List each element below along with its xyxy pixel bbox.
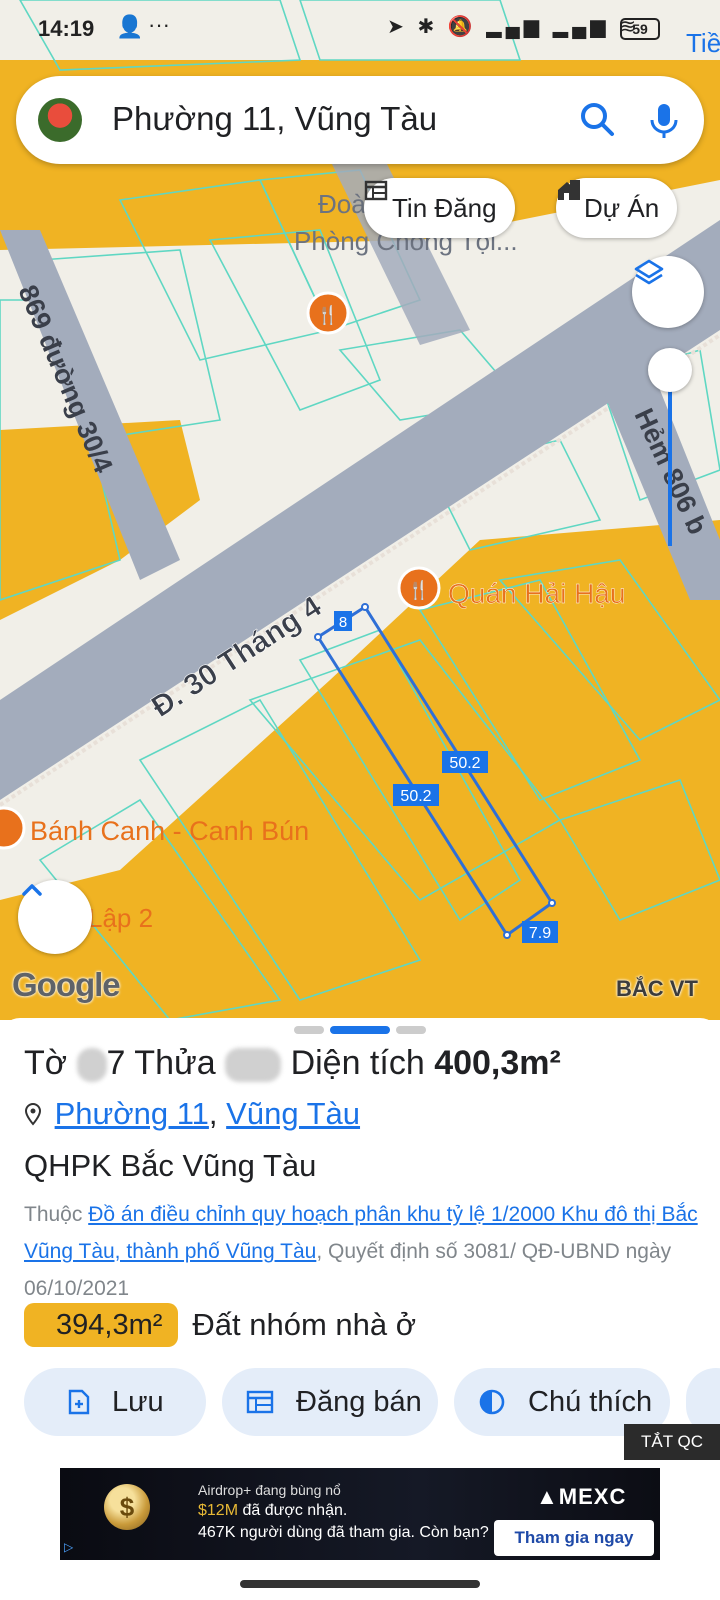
add-document-icon <box>68 1389 90 1415</box>
city-link[interactable]: Vũng Tàu <box>226 1096 360 1131</box>
status-icons: ➤ ✱ 🔕 ▂▄▆ ▂▄▆ ≋ <box>387 16 640 38</box>
redacted-sheet-number <box>76 1048 107 1083</box>
status-time: 14:19 <box>38 16 95 41</box>
poi-label-banh-canh[interactable]: Bánh Canh - Canh Bún <box>30 816 309 846</box>
adchoices-icon[interactable]: ▷ <box>64 1540 82 1558</box>
battery-icon: 59 <box>620 18 660 40</box>
mic-icon[interactable] <box>638 94 690 146</box>
area-value: 400,3m² <box>434 1044 561 1082</box>
ad-brand: MEXC <box>558 1484 627 1509</box>
region-tag: BẮC VT <box>616 976 698 1001</box>
save-button[interactable]: Lưu <box>24 1368 206 1436</box>
more-notifications-icon: ··· <box>148 12 170 37</box>
dollar-coin-icon: $ <box>104 1484 150 1530</box>
listing-grid-icon <box>246 1389 274 1415</box>
ad-line-1: Airdrop+ đang bùng nổ <box>198 1482 341 1498</box>
gesture-nav-bar[interactable] <box>240 1580 480 1588</box>
parcel-label: Thửa <box>134 1044 216 1082</box>
plan-name: QHPK Bắc Vũng Tàu <box>24 1148 317 1183</box>
person-icon: 👤 <box>116 14 144 39</box>
chip-projects[interactable]: Dự Án <box>556 178 678 238</box>
avatar[interactable] <box>38 98 82 142</box>
plan-desc-prefix: Thuộc <box>24 1203 83 1226</box>
parcel-right-dim: 50.2 <box>449 755 480 772</box>
redacted-parcel-number <box>225 1048 282 1083</box>
zone-row: 394,3m² Đất nhóm nhà ở <box>24 1303 416 1347</box>
svg-text:🍴: 🍴 <box>408 579 430 601</box>
slider-track[interactable] <box>668 376 672 546</box>
sheet-handle-active[interactable] <box>330 1026 390 1034</box>
chip-listings[interactable]: Tin Đăng <box>364 178 515 238</box>
legend-label: Chú thích <box>528 1385 653 1418</box>
post-sale-button[interactable]: Đăng bán <box>222 1368 438 1436</box>
poi-label-quan-hai-hau[interactable]: Quán Hải Hậu <box>448 578 626 609</box>
chip-listings-label: Tin Đăng <box>392 192 497 223</box>
parcel-left-dim: 50.2 <box>400 788 431 805</box>
contrast-icon <box>478 1388 506 1416</box>
search-icon[interactable] <box>572 94 624 146</box>
plan-description: Thuộc Đồ án điều chỉnh quy hoạch phân kh… <box>24 1196 714 1307</box>
poi-label-lap-2: Lập 2 <box>88 903 153 933</box>
ad-cta-button[interactable]: Tham gia ngay <box>494 1520 654 1556</box>
status-bar: 14:19 👤 ··· ➤ ✱ 🔕 ▂▄▆ ▂▄▆ ≋ 59 <box>0 0 720 60</box>
location-separator: , <box>208 1096 218 1131</box>
poi-restaurant-icon[interactable]: 🍴 <box>397 566 441 610</box>
zone-area-badge: 394,3m² <box>24 1303 179 1347</box>
ad-amount: $12M <box>198 1502 239 1519</box>
map-view[interactable]: 8 50.2 50.2 7.9 Đ. 30 Tháng 4 869 đường … <box>0 0 720 1020</box>
poi-label-doa: Đoà <box>318 189 366 219</box>
google-logo: Google <box>12 966 121 1003</box>
ward-link[interactable]: Phường 11 <box>55 1096 209 1131</box>
post-sale-label: Đăng bán <box>296 1385 422 1418</box>
location-row: Phường 11, Vũng Tàu <box>24 1096 360 1134</box>
ad-banner[interactable]: $ Airdrop+ đang bùng nổ $12M đã được nhậ… <box>60 1468 660 1560</box>
sheet-label: Tờ <box>24 1044 68 1082</box>
parcel-title: Tờ 7 Thửa Diện tích 400,3m² <box>24 1044 561 1083</box>
parcel-back-dim: 7.9 <box>529 925 551 942</box>
area-label: Diện tích <box>290 1044 425 1082</box>
search-bar[interactable]: Phường 11, Vũng Tàu <box>16 76 704 164</box>
sheet-handle-left[interactable] <box>294 1026 324 1034</box>
poi-restaurant-icon[interactable]: 🍴 <box>306 291 350 335</box>
search-input[interactable]: Phường 11, Vũng Tàu <box>112 100 437 138</box>
sheet-handle-right[interactable] <box>396 1026 426 1034</box>
svg-text:🍴: 🍴 <box>317 304 339 326</box>
hide-ad-button[interactable]: TẮT QC <box>624 1424 720 1460</box>
parcel-front-dim: 8 <box>339 614 347 631</box>
sheet-number-tail: 7 <box>106 1044 126 1082</box>
ad-brand-logo: ▲MEXC <box>536 1484 627 1509</box>
ad-line-3: 467K người dùng đã tham gia. Còn bạn? <box>198 1524 489 1541</box>
chip-projects-label: Dự Án <box>584 192 660 223</box>
expand-up-button[interactable] <box>18 880 92 954</box>
zone-type-label: Đất nhóm nhà ở <box>192 1307 417 1342</box>
slider-knob[interactable] <box>648 348 692 392</box>
layers-button[interactable] <box>632 256 704 328</box>
ad-line-2-rest: đã được nhận. <box>238 1502 348 1519</box>
save-label: Lưu <box>112 1385 164 1418</box>
opacity-slider[interactable] <box>648 348 692 548</box>
ad-line-2: $12M đã được nhận. <box>198 1502 347 1520</box>
location-pin-icon <box>24 1098 46 1134</box>
